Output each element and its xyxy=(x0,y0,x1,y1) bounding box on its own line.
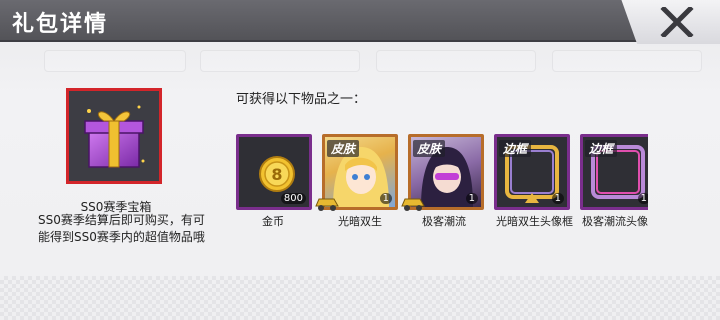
item-count: 1 xyxy=(637,193,648,204)
background-tile xyxy=(552,50,702,72)
items-scroll-clip: 边框 1 极客潮流头像框 xyxy=(580,134,648,234)
item-name: 光暗双生 xyxy=(338,215,382,228)
skin-badge: 皮肤 xyxy=(413,140,446,157)
reward-item-skin[interactable]: 皮肤 1 xyxy=(401,134,484,211)
background-tile xyxy=(376,50,536,72)
items-header: 可获得以下物品之一： xyxy=(236,92,367,107)
close-button[interactable] xyxy=(608,0,720,44)
car-icon xyxy=(315,198,339,211)
chest-image xyxy=(66,88,162,184)
reward-item-avatar-frame[interactable]: 边框 1 xyxy=(580,134,648,210)
background-tile xyxy=(44,50,186,72)
gift-detail-panel: 礼包详情 SS0赛季宝箱 SS0赛季结算后即可购买，有可能得到SS0赛季内的超值… xyxy=(0,0,720,320)
background-tile xyxy=(200,50,360,72)
svg-text:8: 8 xyxy=(271,165,282,184)
item-name: 极客潮流 xyxy=(422,215,466,228)
chest-description: SS0赛季结算后即可购买，有可能得到SS0赛季内的超值物品哦 xyxy=(38,213,205,244)
item-frame: 边框 1 xyxy=(580,134,648,210)
item-count: 1 xyxy=(551,193,564,204)
frame-badge: 边框 xyxy=(585,140,618,157)
item-count: 800 xyxy=(280,193,306,204)
reward-item-avatar-frame[interactable]: 边框 1 xyxy=(494,134,570,210)
item-name: 光暗双生头像框 xyxy=(496,215,573,228)
reward-item-skin[interactable]: 皮肤 1 xyxy=(315,134,398,211)
item-frame: 8 800 xyxy=(236,134,312,210)
gold-coin-icon: 8 xyxy=(259,156,295,192)
gift-box-icon xyxy=(69,91,159,181)
background-pattern xyxy=(0,276,720,320)
item-frame: 边框 1 xyxy=(494,134,570,210)
reward-item-coin[interactable]: 8 800 xyxy=(236,134,312,210)
close-icon xyxy=(660,7,694,37)
item-name: 极客潮流头像框 xyxy=(582,215,648,228)
car-icon xyxy=(401,198,425,211)
skin-badge: 皮肤 xyxy=(327,140,360,157)
item-name: 金币 xyxy=(262,215,284,228)
frame-badge: 边框 xyxy=(499,140,532,157)
item-count: 1 xyxy=(379,193,392,204)
item-count: 1 xyxy=(465,193,478,204)
window-title: 礼包详情 xyxy=(12,12,109,37)
